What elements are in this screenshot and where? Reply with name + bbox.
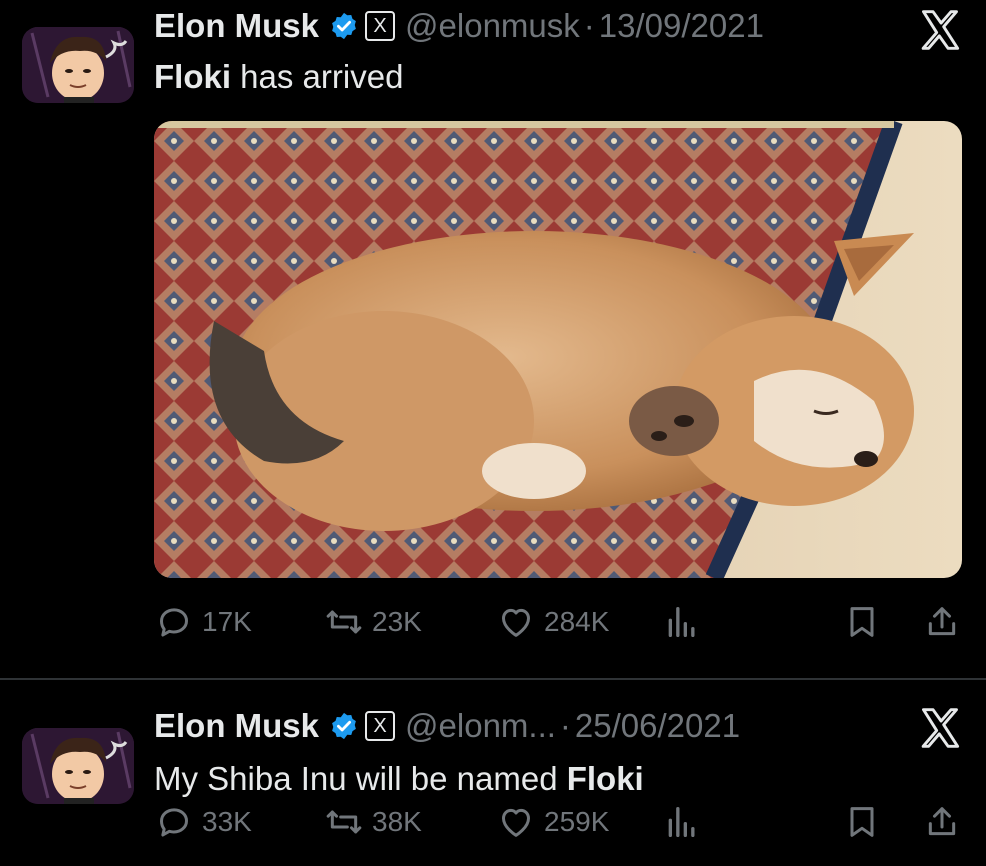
reply-count: 33K (202, 806, 252, 837)
like-count: 284K (544, 606, 610, 637)
shiba-puppy-on-rug-photo (154, 121, 962, 578)
avatar-illustration-icon (22, 27, 134, 103)
separator-dot: · (559, 707, 571, 744)
reply-icon (160, 808, 188, 837)
author-name[interactable]: Elon Musk (154, 707, 319, 745)
views-chart-icon (668, 807, 695, 837)
share-icon (928, 807, 956, 836)
avatar[interactable] (22, 728, 134, 804)
tweet-text: My Shiba Inu will be named Floki (154, 760, 644, 798)
verified-badge-icon (332, 12, 356, 40)
like-button[interactable]: 259K (496, 800, 609, 844)
heart-icon (502, 608, 530, 637)
repost-button[interactable]: 23K (324, 600, 422, 644)
tweet-actions: 33K 38K 259K (154, 800, 964, 844)
tweet-header: Elon Musk X @elonm... · 25/06/2021 (154, 700, 740, 752)
bookmark-button[interactable] (842, 800, 882, 844)
views-button[interactable] (662, 600, 702, 644)
reply-icon (160, 608, 188, 637)
author-handle[interactable]: @elonmusk (405, 7, 580, 45)
share-icon (928, 607, 956, 636)
tweet-text-normal: My Shiba Inu will be named (154, 760, 567, 797)
x-logo-icon (921, 708, 960, 748)
bookmark-button[interactable] (842, 600, 882, 644)
share-button[interactable] (922, 600, 962, 644)
tweet-actions: 17K 23K 284K (154, 600, 964, 644)
like-button[interactable]: 284K (496, 600, 609, 644)
tweet-date[interactable]: 25/06/2021 (575, 707, 740, 745)
tweet-date[interactable]: 13/09/2021 (599, 7, 764, 45)
tweet-text-normal: has arrived (231, 58, 404, 95)
separator-dot: · (583, 7, 595, 44)
affiliation-badge-x: X (365, 11, 396, 41)
tweet-media-image[interactable] (154, 121, 962, 578)
affiliation-badge-x: X (365, 711, 396, 741)
reply-count: 17K (202, 606, 252, 637)
tweet-card[interactable]: Elon Musk X @elonmusk · 13/09/2021 Floki… (0, 0, 986, 678)
bookmark-icon (850, 807, 874, 837)
author-handle[interactable]: @elonm... (405, 707, 556, 745)
views-chart-icon (668, 607, 695, 637)
like-count: 259K (544, 806, 610, 837)
tweet-text: Floki has arrived (154, 58, 403, 96)
views-button[interactable] (662, 800, 702, 844)
repost-icon (326, 810, 362, 834)
reply-button[interactable]: 33K (154, 800, 252, 844)
heart-icon (502, 808, 530, 837)
tweet-text-bold: Floki (566, 760, 644, 797)
share-button[interactable] (922, 800, 962, 844)
x-logo-icon (921, 10, 960, 50)
tweet-header: Elon Musk X @elonmusk · 13/09/2021 (154, 0, 764, 52)
repost-count: 38K (372, 806, 422, 837)
reply-button[interactable]: 17K (154, 600, 252, 644)
repost-icon (326, 610, 362, 634)
tweet-card[interactable]: Elon Musk X @elonm... · 25/06/2021 My Sh… (0, 680, 986, 866)
avatar-illustration-icon (22, 728, 134, 804)
tweet-text-bold: Floki (154, 58, 232, 95)
repost-button[interactable]: 38K (324, 800, 422, 844)
repost-count: 23K (372, 606, 422, 637)
bookmark-icon (850, 607, 874, 637)
verified-badge-icon (332, 712, 356, 740)
avatar[interactable] (22, 27, 134, 103)
author-name[interactable]: Elon Musk (154, 7, 319, 45)
